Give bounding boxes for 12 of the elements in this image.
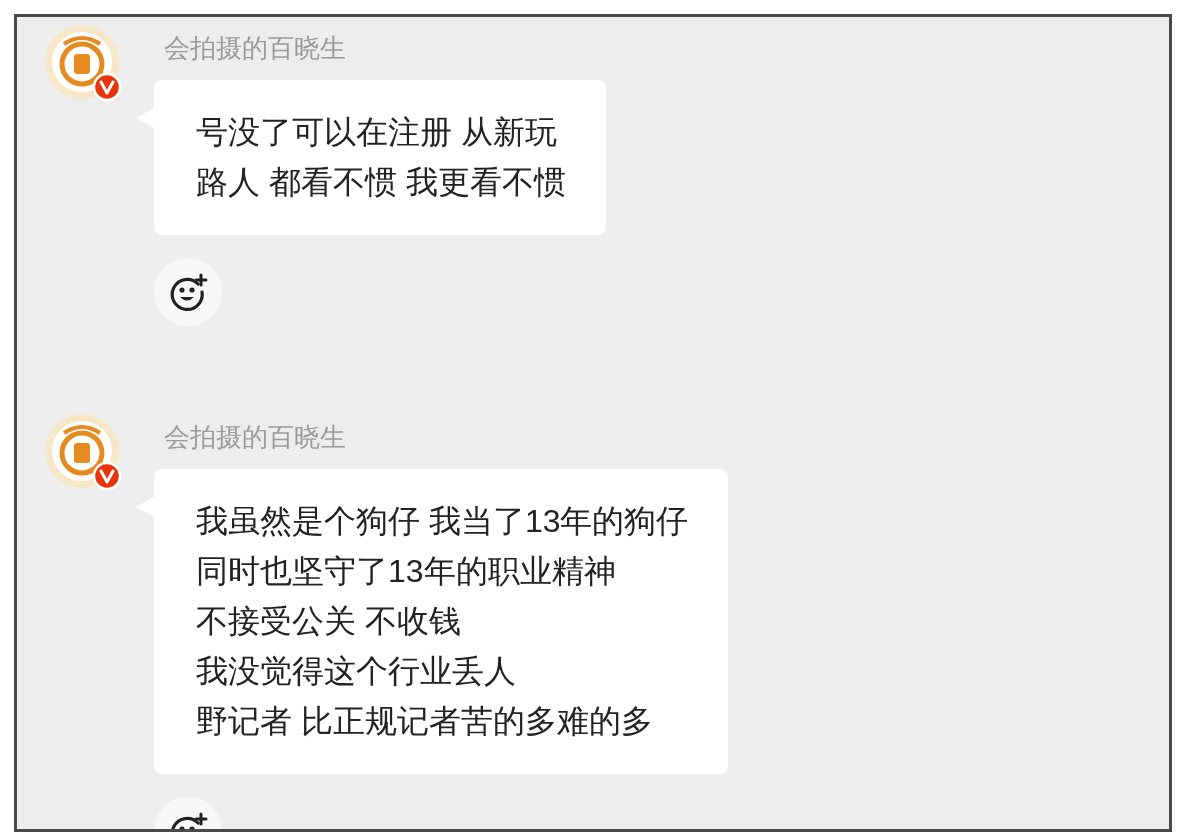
smiley-icon [168,272,208,312]
message-text: 我没觉得这个行业丢人 [196,652,517,691]
message-text: 我虽然是个狗仔 我当了13年的狗仔 [196,502,689,541]
sender-name: 会拍摄的百晓生 [164,32,346,65]
message-text: 路人 都看不惯 我更看不惯 [196,163,566,202]
sender-name: 会拍摄的百晓生 [164,421,346,454]
avatar-icon[interactable] [44,24,124,104]
message-text: 野记者 比正规记者苦的多难的多 [196,702,654,741]
message-text: 同时也坚守了13年的职业精神 [196,552,617,591]
message-text: 号没了可以在注册 从新玩 [196,113,558,152]
message-text: 不接受公关 不收钱 [196,602,462,641]
avatar-icon[interactable] [44,413,124,493]
